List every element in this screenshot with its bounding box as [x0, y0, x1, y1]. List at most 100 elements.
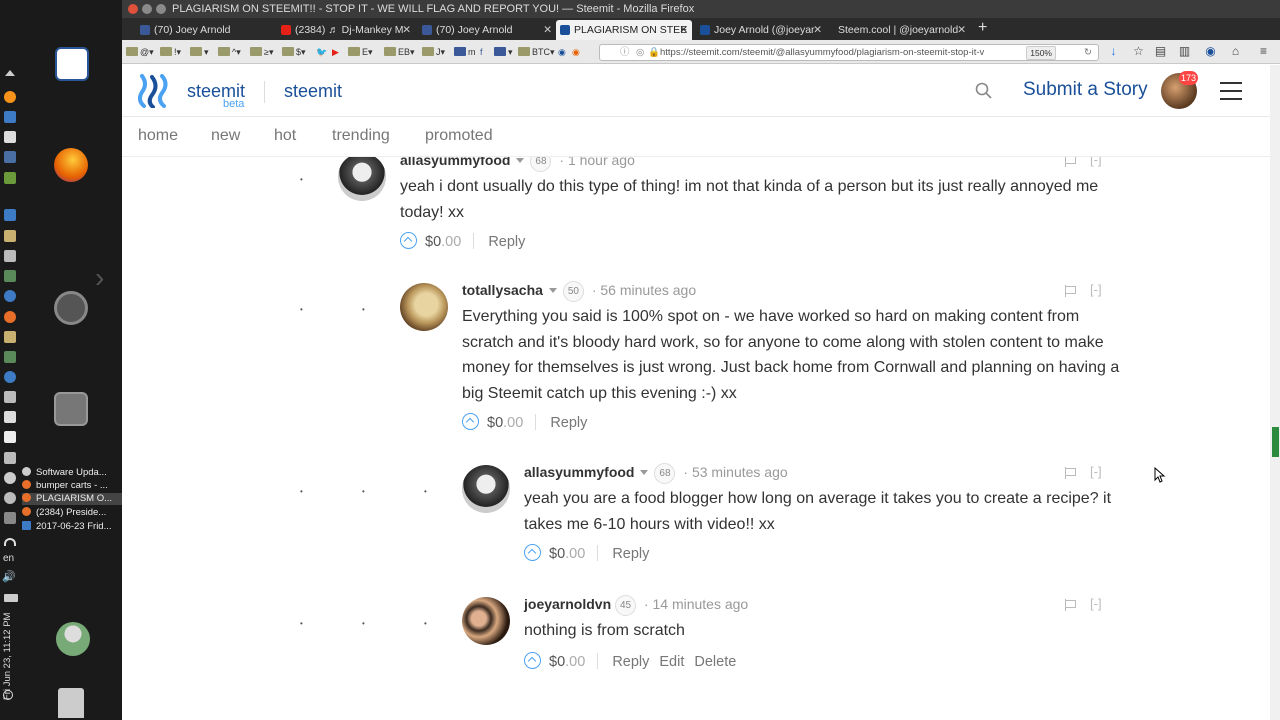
close-tab-icon[interactable]: ✕ — [679, 20, 688, 40]
image-icon[interactable] — [4, 351, 16, 363]
comment-time[interactable]: 14 minutes ago — [652, 596, 748, 612]
maximize-window-icon[interactable] — [156, 4, 166, 14]
globe-icon[interactable] — [4, 290, 16, 302]
flag-icon[interactable] — [1065, 467, 1077, 479]
zoom-level[interactable]: 150% — [1026, 46, 1056, 60]
browser-tab[interactable]: (70) Joey Arnold ✕ — [418, 20, 556, 40]
payout[interactable]: $0.00 — [487, 415, 523, 431]
close-tab-icon[interactable]: ✕ — [402, 20, 411, 40]
facebook-icon[interactable]: f — [480, 45, 483, 59]
chevron-right-icon[interactable]: › — [95, 262, 104, 294]
notes-icon[interactable] — [4, 172, 16, 184]
page-scrollbar[interactable] — [1270, 65, 1280, 720]
bitcoin-icon[interactable] — [4, 91, 16, 103]
comment-author[interactable]: joeyarnoldvn — [524, 596, 611, 612]
upvote-icon[interactable] — [524, 544, 541, 561]
steemit-bookmark-icon[interactable]: ◉ — [558, 45, 566, 59]
tracking-icon[interactable]: ◎ — [636, 45, 644, 60]
reply-link[interactable]: Reply — [550, 415, 587, 431]
firefox-small-icon[interactable] — [4, 311, 16, 323]
volume-icon[interactable]: 🔊 — [2, 570, 16, 583]
task-bumper-carts[interactable]: bumper carts - ... — [22, 480, 122, 492]
notification-badge[interactable]: 173 — [1179, 71, 1199, 85]
comment-avatar[interactable] — [462, 465, 510, 513]
browser-tab-active[interactable]: PLAGIARISM ON STEE ✕ — [556, 20, 692, 40]
info-icon[interactable]: ⓘ — [620, 45, 630, 60]
new-tab-icon[interactable]: + — [978, 19, 987, 37]
steemit-logo-icon[interactable] — [138, 74, 170, 108]
folder-icon[interactable] — [4, 230, 16, 242]
comment-time[interactable]: 53 minutes ago — [692, 464, 788, 480]
download-icon[interactable]: ↓ — [1107, 45, 1120, 58]
edit-link[interactable]: Edit — [659, 654, 684, 670]
nav-home[interactable]: home — [138, 127, 178, 145]
wifi-icon[interactable] — [4, 538, 16, 546]
flag-icon[interactable] — [1065, 599, 1077, 611]
bookmark-folder[interactable]: ≥▾ — [250, 45, 273, 59]
ubuntu-small-icon[interactable] — [4, 472, 16, 484]
editor-icon[interactable] — [4, 131, 16, 143]
nav-trending[interactable]: trending — [332, 127, 390, 145]
dropdown-caret-icon[interactable] — [516, 158, 525, 163]
task-president[interactable]: (2384) Preside... — [22, 507, 122, 519]
bookmark-folder[interactable]: ^▾ — [218, 45, 241, 59]
bookmark-folder[interactable]: EB▾ — [384, 45, 415, 59]
browser-tab[interactable]: Steem.cool | @joeyarnold ✕ — [830, 20, 970, 40]
bookmark-folder[interactable]: @▾ — [126, 45, 154, 59]
task-software-update[interactable]: Software Upda... — [22, 467, 122, 479]
reading-list-icon[interactable]: ▤ — [1154, 45, 1167, 58]
firefox-icon[interactable] — [54, 148, 88, 182]
nav-hot[interactable]: hot — [274, 127, 296, 145]
app-icon[interactable] — [4, 512, 16, 524]
app-icon[interactable] — [4, 111, 16, 123]
bookmark-link[interactable]: m — [454, 45, 476, 59]
bookmark-star-icon[interactable]: ☆ — [1132, 45, 1145, 58]
upvote-icon[interactable] — [524, 652, 541, 669]
url-bar[interactable]: ⓘ ◎ 🔒 https://steemit.com/steemit/@allas… — [599, 44, 1099, 61]
hamburger-menu-icon[interactable] — [1220, 82, 1242, 100]
file-cabinet-icon[interactable] — [54, 392, 88, 426]
nav-new[interactable]: new — [211, 127, 240, 145]
collapse-toggle[interactable]: [-] — [1090, 596, 1102, 611]
payout[interactable]: $0.00 — [425, 234, 461, 250]
bookmark-folder[interactable]: ▾ — [494, 45, 513, 59]
firefox-bookmark-icon[interactable]: ◉ — [572, 45, 580, 59]
comment-author[interactable]: allasyummyfood — [524, 464, 634, 480]
url-text[interactable]: https://steemit.com/steemit/@allasyummyf… — [660, 47, 984, 58]
twitter-icon[interactable]: 🐦 — [316, 45, 327, 59]
home-icon[interactable]: ⌂ — [1229, 45, 1242, 58]
settings-icon[interactable] — [4, 431, 16, 443]
search-icon[interactable] — [975, 82, 993, 100]
comment-avatar[interactable] — [400, 283, 448, 331]
trash-icon[interactable] — [58, 688, 84, 718]
scrollbar-thumb[interactable] — [1272, 427, 1279, 457]
close-tab-icon[interactable]: ✕ — [813, 20, 822, 40]
chrome-icon[interactable] — [4, 371, 16, 383]
bookmark-folder[interactable]: $▾ — [282, 45, 306, 59]
close-window-icon[interactable] — [128, 4, 138, 14]
minimize-window-icon[interactable] — [142, 4, 152, 14]
bookmark-folder[interactable]: J▾ — [422, 45, 445, 59]
reply-link[interactable]: Reply — [488, 234, 525, 250]
comment-author[interactable]: totallysacha — [462, 282, 543, 298]
flag-icon[interactable] — [1065, 285, 1077, 297]
nav-promoted[interactable]: promoted — [425, 127, 493, 145]
writer-document-icon[interactable] — [55, 47, 89, 81]
reload-icon[interactable]: ↻ — [1084, 45, 1092, 60]
monitor-icon[interactable] — [4, 411, 16, 423]
battery-icon[interactable] — [4, 594, 18, 602]
dropdown-caret-icon[interactable] — [548, 288, 557, 293]
drive-icon[interactable] — [4, 452, 16, 464]
upvote-icon[interactable] — [462, 413, 479, 430]
menu-icon[interactable]: ≡ — [1257, 45, 1270, 58]
community-link[interactable]: steemit — [284, 81, 342, 102]
task-plagiarism[interactable]: PLAGIARISM O... — [22, 493, 122, 505]
reply-link[interactable]: Reply — [612, 546, 649, 562]
ubuntu-small-icon[interactable] — [4, 492, 16, 504]
scroll-up-icon[interactable] — [5, 70, 15, 76]
bookmark-folder[interactable]: !▾ — [160, 45, 181, 59]
calendar-icon[interactable] — [4, 151, 16, 163]
files-icon[interactable] — [4, 331, 16, 343]
reply-link[interactable]: Reply — [612, 654, 649, 670]
calculator-icon[interactable] — [4, 250, 16, 262]
